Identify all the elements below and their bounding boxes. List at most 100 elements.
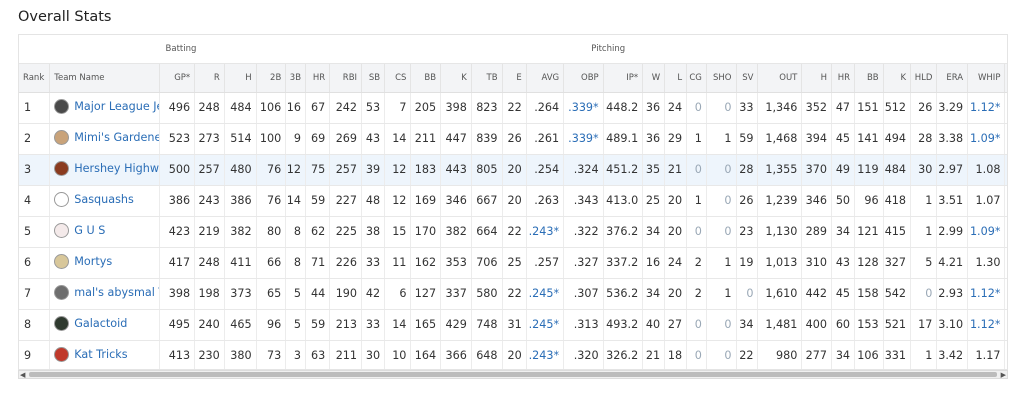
stat-cell: 0	[706, 340, 737, 369]
horizontal-scrollbar[interactable]: ◀ ▶	[18, 370, 1008, 379]
stat-cell: 12	[285, 154, 307, 186]
team-link[interactable]: Mimi's Gardeners	[54, 129, 159, 145]
column-header-30[interactable]: WHIP	[967, 63, 1006, 93]
column-header-29[interactable]: ERA	[936, 63, 969, 93]
team-link[interactable]: Sasquashs	[54, 191, 134, 207]
stat-cell: 3.10	[936, 309, 969, 341]
stat-cell: 14	[285, 185, 307, 217]
stats-table-container[interactable]: Batting Pitching Rank Team Name GP* R H 2B 3B H…	[18, 34, 1008, 370]
team-link[interactable]: Kat Tricks	[54, 346, 128, 362]
team-link[interactable]: Hershey Highway	[54, 160, 159, 176]
scroll-left-icon[interactable]: ◀	[20, 371, 25, 379]
column-header-15[interactable]: AVG	[526, 63, 565, 93]
column-header-6[interactable]: 3B	[285, 63, 307, 93]
stat-cell: 1.09*	[967, 123, 1006, 155]
stat-cell: 310	[801, 247, 833, 279]
team-link[interactable]: mal's abysmal Twinks	[54, 284, 159, 300]
stat-cell: 35	[642, 154, 666, 186]
column-header-13[interactable]: TB	[471, 63, 503, 93]
stat-cell: 65	[256, 278, 287, 310]
column-header-12[interactable]: K	[440, 63, 472, 93]
column-header-17[interactable]: IP*	[603, 63, 644, 93]
column-header-31[interactable]: QS	[1004, 63, 1007, 93]
table-row: 8 Galactoid 495 240 465 96 5 59 213 33 14 165 429 748…	[19, 309, 1007, 341]
column-header-28[interactable]: HLD	[910, 63, 938, 93]
stat-cell: 373	[224, 278, 257, 310]
stat-cell: 43	[361, 123, 386, 155]
stat-cell: 169	[410, 185, 442, 217]
stat-cell: 11	[384, 247, 412, 279]
column-header-16[interactable]: OBP	[563, 63, 604, 93]
team-link[interactable]: Galactoid	[54, 315, 127, 331]
stat-cell: 39	[361, 154, 386, 186]
team-cell: Hershey Highway	[49, 154, 161, 186]
table-row: 9 Kat Tricks 413 230 380 73 3 63 211 30 10 164 366 64…	[19, 340, 1007, 369]
stat-cell: 394	[801, 123, 833, 155]
column-header-0[interactable]: Rank	[19, 63, 51, 93]
rank-cell: 3	[19, 154, 51, 186]
stat-cell: 289	[801, 216, 833, 248]
column-header-27[interactable]: K	[883, 63, 912, 93]
column-header-14[interactable]: E	[502, 63, 527, 93]
rank-cell: 2	[19, 123, 51, 155]
column-header-22[interactable]: SV	[736, 63, 759, 93]
stat-cell: 2.97	[936, 154, 969, 186]
column-header-8[interactable]: RBI	[329, 63, 363, 93]
column-header-3[interactable]: R	[194, 63, 225, 93]
stat-cell: 100	[256, 123, 287, 155]
column-header-11[interactable]: BB	[410, 63, 442, 93]
stat-cell: 62	[305, 216, 331, 248]
stat-cell: .243*	[526, 216, 565, 248]
stat-cell: 370	[801, 154, 833, 186]
stat-cell: 1	[910, 185, 938, 217]
stat-cell: 3.42	[936, 340, 969, 369]
stat-cell: 23	[736, 216, 759, 248]
column-header-4[interactable]: H	[224, 63, 257, 93]
stat-cell: 413	[159, 340, 196, 369]
stat-cell: 30	[1004, 92, 1007, 124]
column-header-5[interactable]: 2B	[256, 63, 287, 93]
stat-cell: 495	[159, 309, 196, 341]
stat-cell: 153	[854, 309, 884, 341]
team-link[interactable]: Mortys	[54, 253, 112, 269]
scroll-right-icon[interactable]: ▶	[1001, 371, 1006, 379]
scrollbar-thumb[interactable]	[29, 372, 997, 377]
table-row: 2Mimi's Gardeners52327351410096926943142…	[19, 123, 1007, 155]
stat-cell: 512	[883, 92, 912, 124]
stat-cell: 411	[224, 247, 257, 279]
stat-cell: .254	[526, 154, 565, 186]
stat-cell: 1.09*	[967, 216, 1006, 248]
stat-cell: 398	[159, 278, 196, 310]
stat-cell: 43	[831, 247, 856, 279]
stat-cell: 230	[194, 340, 225, 369]
stat-cell: 40	[642, 309, 666, 341]
column-header-24[interactable]: H	[801, 63, 833, 93]
stat-cell: 326.2	[603, 340, 644, 369]
column-header-9[interactable]: SB	[361, 63, 386, 93]
stat-cell: 451.2	[603, 154, 644, 186]
column-header-20[interactable]: CG	[686, 63, 707, 93]
column-header-23[interactable]: OUT	[757, 63, 803, 93]
column-header-19[interactable]: L	[664, 63, 688, 93]
stat-cell: 257	[194, 154, 225, 186]
stat-cell: 5	[910, 247, 938, 279]
stat-cell: 38	[361, 216, 386, 248]
team-link[interactable]: G U S	[54, 222, 105, 238]
stat-cell: 50	[831, 185, 856, 217]
column-header-1[interactable]: Team Name	[49, 63, 161, 93]
stat-cell: 20	[664, 278, 688, 310]
stat-cell: 823	[471, 92, 503, 124]
column-header-10[interactable]: CS	[384, 63, 412, 93]
column-header-7[interactable]: HR	[305, 63, 331, 93]
stat-cell: 243	[194, 185, 225, 217]
stat-cell: 119	[854, 154, 884, 186]
column-header-2[interactable]: GP*	[159, 63, 196, 93]
stat-cell: 1,239	[757, 185, 803, 217]
stat-cell: 1	[706, 247, 737, 279]
column-header-18[interactable]: W	[642, 63, 666, 93]
column-header-25[interactable]: HR	[831, 63, 856, 93]
stat-cell: 45	[831, 123, 856, 155]
team-link[interactable]: Major League Jerks	[54, 98, 159, 114]
column-header-21[interactable]: SHO	[706, 63, 737, 93]
column-header-26[interactable]: BB	[854, 63, 884, 93]
